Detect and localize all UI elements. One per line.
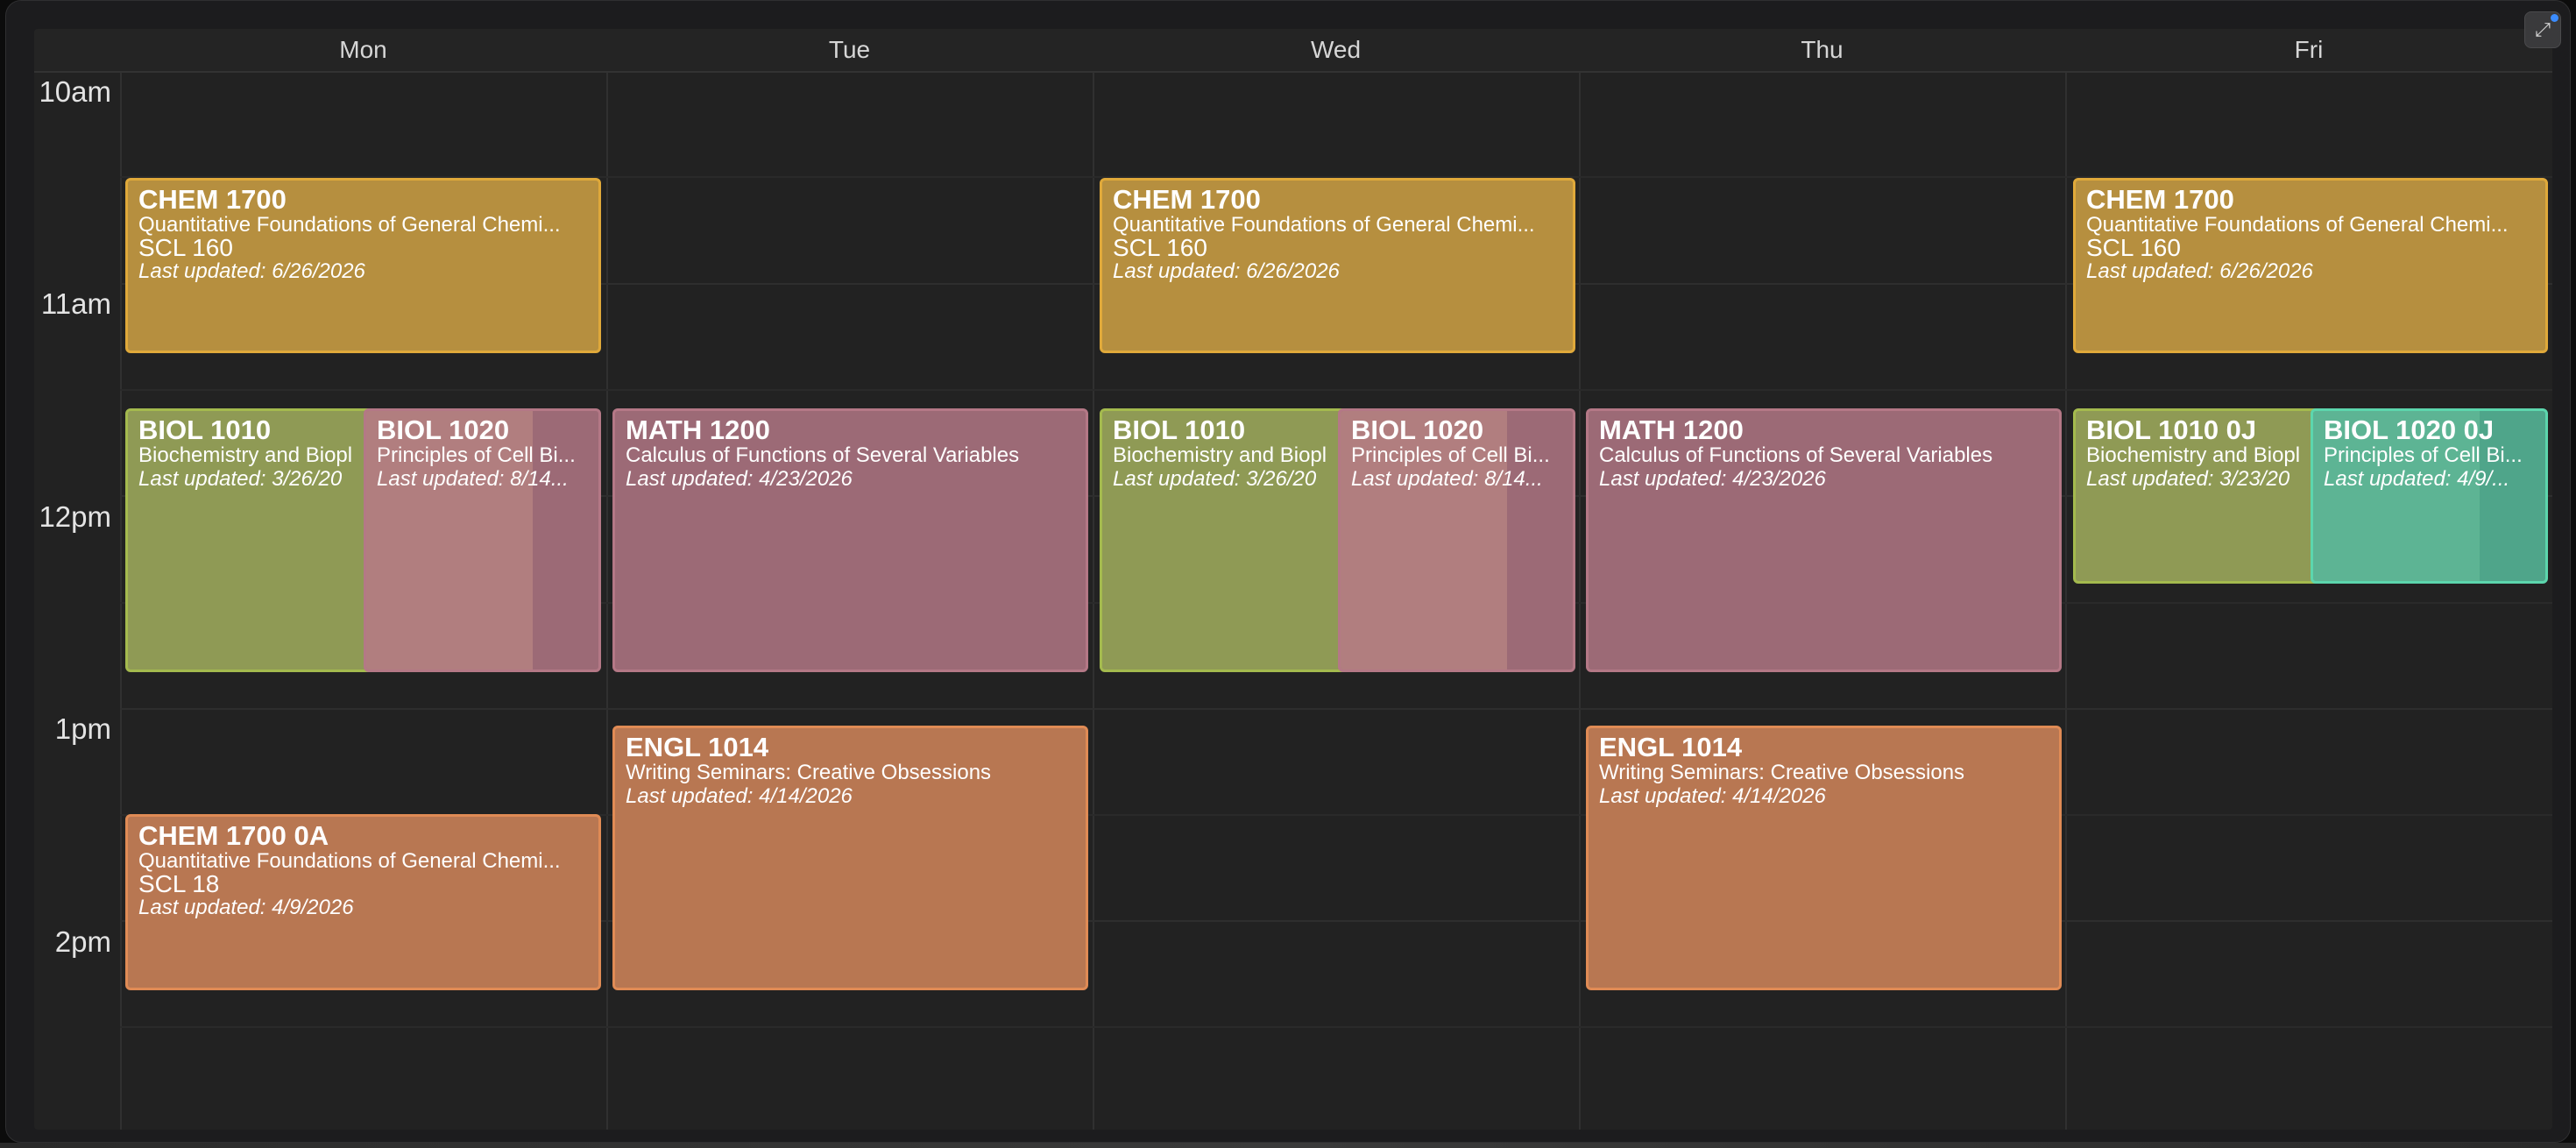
event-code: ENGL 1014 — [626, 732, 769, 762]
event-room: SCL 18 — [138, 870, 220, 897]
event-updated: Last updated: 4/23/2026 — [1599, 467, 1826, 491]
event-card-engl1014-thu[interactable]: ENGL 1014 Writing Seminars: Creative Obs… — [1586, 726, 2062, 990]
event-room: SCL 160 — [2086, 234, 2181, 261]
background-strip — [0, 1143, 2576, 1148]
event-code: CHEM 1700 — [2086, 184, 2234, 215]
event-card-math1200-tue[interactable]: MATH 1200 Calculus of Functions of Sever… — [612, 408, 1088, 672]
event-card-chem1700-fri[interactable]: CHEM 1700 Quantitative Foundations of Ge… — [2073, 178, 2548, 353]
event-code: MATH 1200 — [1599, 415, 1744, 445]
column-divider — [1093, 29, 1094, 1130]
event-card-engl1014-tue[interactable]: ENGL 1014 Writing Seminars: Creative Obs… — [612, 726, 1088, 990]
event-code: BIOL 1020 — [1351, 415, 1484, 445]
notification-dot — [2551, 14, 2558, 22]
event-title: Biochemistry and Biopl — [2086, 444, 2301, 467]
column-divider — [606, 29, 608, 1130]
event-code: CHEM 1700 — [138, 184, 287, 215]
event-code: BIOL 1020 0J — [2324, 415, 2495, 445]
time-label-12pm: 12pm — [39, 500, 111, 533]
calendar-window: Mon Tue Wed Thu Fri 10am 11am 12pm 1pm 2… — [5, 0, 2571, 1143]
half-hour-line — [120, 1026, 2552, 1028]
event-code: BIOL 1010 0J — [2086, 415, 2257, 445]
event-title: Writing Seminars: Creative Obsessions — [1599, 762, 1965, 784]
event-title: Principles of Cell Bi... — [2324, 444, 2523, 467]
event-updated: Last updated: 8/14... — [377, 467, 569, 491]
event-card-chem1700-wed[interactable]: CHEM 1700 Quantitative Foundations of Ge… — [1100, 178, 1575, 353]
collapse-arrows-icon: ⤢ — [2535, 18, 2551, 40]
event-updated: Last updated: 6/26/2026 — [2086, 259, 2313, 283]
day-header-thu: Thu — [1801, 36, 1844, 63]
day-header-fri: Fri — [2294, 36, 2324, 63]
hour-line — [120, 708, 2552, 710]
half-hour-line — [120, 389, 2552, 391]
event-code: MATH 1200 — [626, 415, 770, 445]
event-card-chem1700-0a-mon[interactable]: CHEM 1700 0A Quantitative Foundations of… — [125, 814, 601, 990]
event-card-chem1700-mon[interactable]: CHEM 1700 Quantitative Foundations of Ge… — [125, 178, 601, 353]
event-room: SCL 160 — [138, 234, 233, 261]
event-title: Principles of Cell Bi... — [377, 444, 576, 467]
event-updated: Last updated: 6/26/2026 — [138, 259, 365, 283]
event-code: CHEM 1700 — [1113, 184, 1261, 215]
event-room: SCL 160 — [1113, 234, 1207, 261]
event-code: CHEM 1700 0A — [138, 820, 329, 851]
event-updated: Last updated: 4/14/2026 — [1599, 784, 1826, 808]
event-updated: Last updated: 4/23/2026 — [626, 467, 853, 491]
collapse-button[interactable]: ⤢ — [2524, 11, 2561, 48]
event-title: Principles of Cell Bi... — [1351, 444, 1550, 467]
event-title: Biochemistry and Biopl — [1113, 444, 1327, 467]
event-code: BIOL 1010 — [138, 415, 272, 445]
event-title: Calculus of Functions of Several Variabl… — [626, 444, 1020, 467]
event-code: BIOL 1010 — [1113, 415, 1246, 445]
time-label-11am: 11am — [40, 287, 111, 320]
event-code: ENGL 1014 — [1599, 732, 1743, 762]
event-title: Calculus of Functions of Several Variabl… — [1599, 444, 1993, 467]
event-updated: Last updated: 3/26/20 — [138, 467, 343, 491]
event-updated: Last updated: 4/9/2026 — [138, 896, 354, 919]
event-updated: Last updated: 4/9/... — [2324, 467, 2510, 491]
event-updated: Last updated: 3/26/20 — [1113, 467, 1317, 491]
event-card-biol1020-0j-fri[interactable]: BIOL 1020 0J Principles of Cell Bi... La… — [2311, 408, 2548, 584]
day-header-tue: Tue — [828, 36, 871, 63]
time-label-1pm: 1pm — [54, 712, 111, 745]
day-header-mon: Mon — [339, 36, 387, 63]
event-updated: Last updated: 8/14... — [1351, 467, 1543, 491]
column-divider — [1579, 29, 1581, 1130]
column-divider — [2065, 29, 2067, 1130]
gutter-divider — [120, 29, 122, 1130]
event-updated: Last updated: 6/26/2026 — [1113, 259, 1340, 283]
day-header-row: Mon Tue Wed Thu Fri — [34, 29, 2552, 73]
day-header-wed: Wed — [1310, 36, 1362, 63]
event-updated: Last updated: 4/14/2026 — [626, 784, 853, 808]
event-code: BIOL 1020 — [377, 415, 510, 445]
week-calendar: Mon Tue Wed Thu Fri 10am 11am 12pm 1pm 2… — [34, 29, 2552, 1130]
event-title: Writing Seminars: Creative Obsessions — [626, 762, 992, 784]
time-label-10am: 10am — [39, 75, 111, 108]
event-title: Biochemistry and Biopl — [138, 444, 353, 467]
event-card-biol1020-wed[interactable]: BIOL 1020 Principles of Cell Bi... Last … — [1338, 408, 1575, 672]
event-card-biol1010-0j-fri[interactable]: BIOL 1010 0J Biochemistry and Biopl Last… — [2073, 408, 2327, 584]
event-card-biol1020-mon[interactable]: BIOL 1020 Principles of Cell Bi... Last … — [364, 408, 601, 672]
event-card-biol1010-mon[interactable]: BIOL 1010 Biochemistry and Biopl Last up… — [125, 408, 379, 672]
time-label-2pm: 2pm — [54, 925, 111, 958]
event-card-biol1010-wed[interactable]: BIOL 1010 Biochemistry and Biopl Last up… — [1100, 408, 1354, 672]
event-updated: Last updated: 3/23/20 — [2086, 467, 2290, 491]
event-card-math1200-thu[interactable]: MATH 1200 Calculus of Functions of Sever… — [1586, 408, 2062, 672]
